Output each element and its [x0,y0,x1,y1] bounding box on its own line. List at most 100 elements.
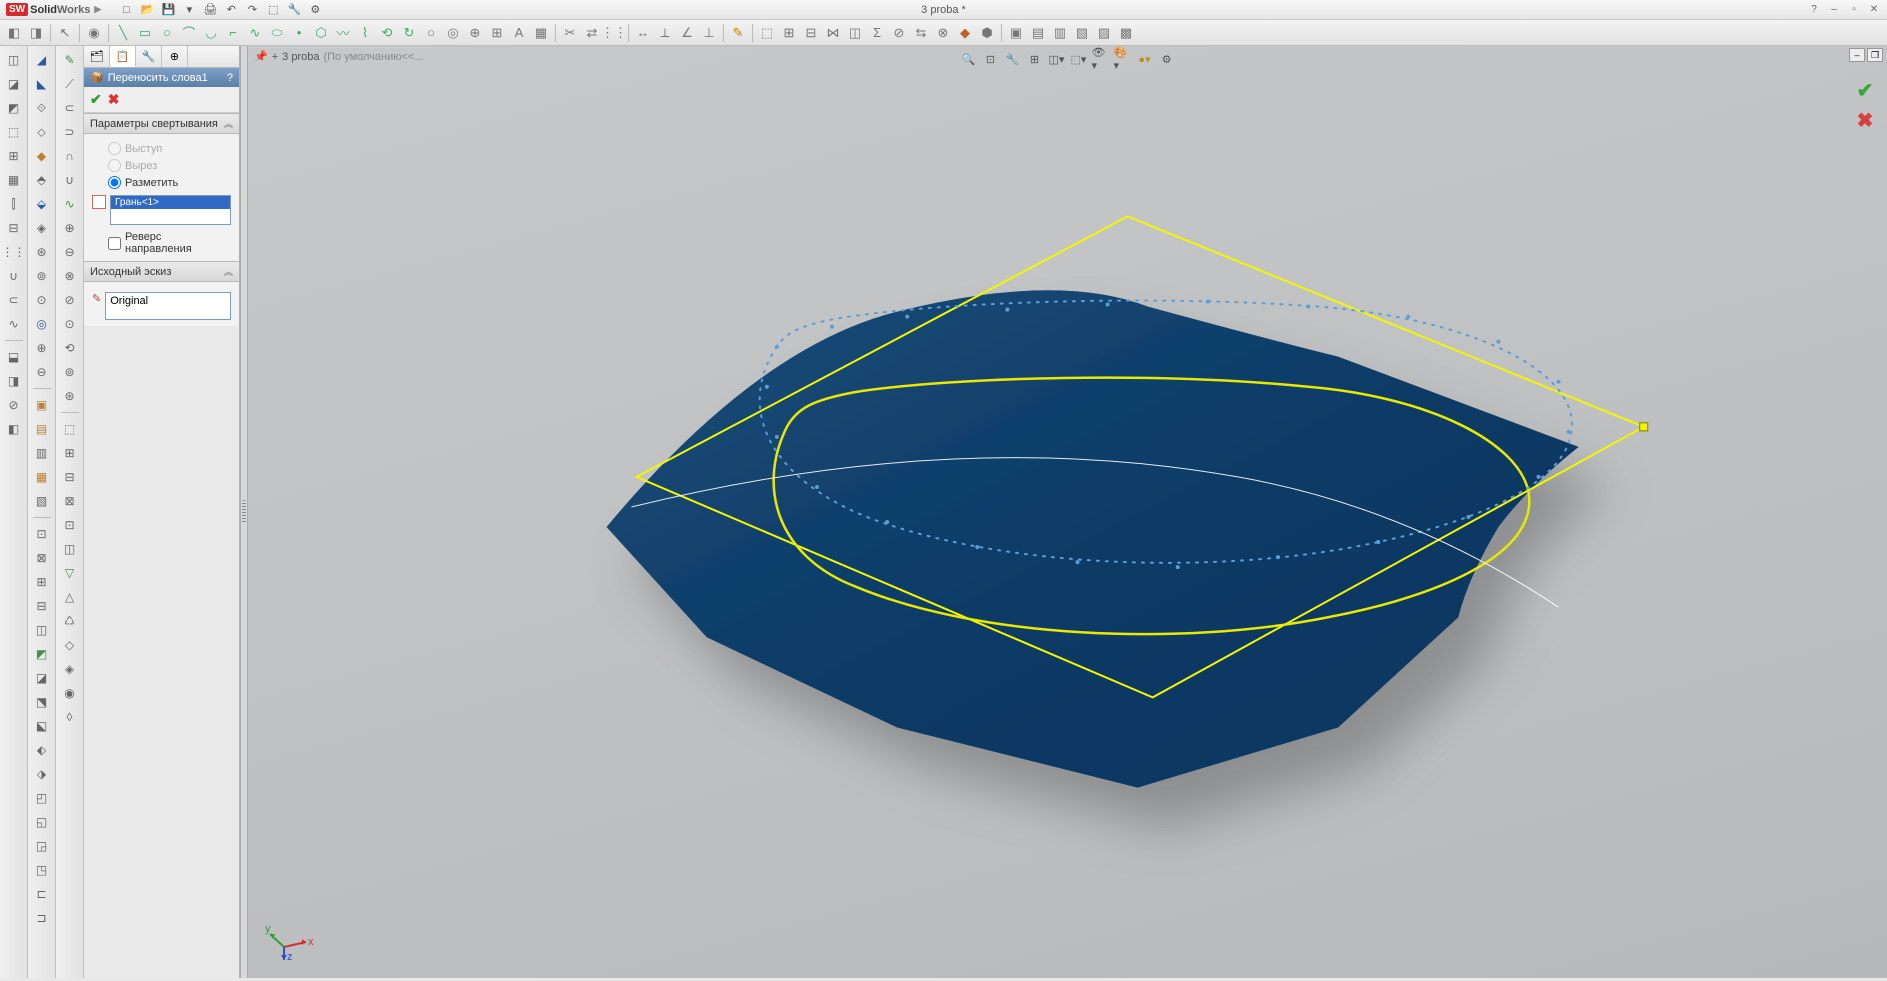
save-dropdown[interactable]: ▾ [180,2,198,18]
v-btn[interactable]: ⬙ [32,194,52,214]
v-btn[interactable]: ⊞ [60,443,80,463]
v-btn[interactable]: ⊕ [32,338,52,358]
tool-btn[interactable]: ▣ [1006,23,1026,43]
tool-select[interactable]: ↖ [55,23,75,43]
view-orient-button[interactable]: ◫▾ [1048,50,1066,68]
v-btn[interactable]: △ [60,587,80,607]
view-settings-button[interactable]: ⚙ [1158,50,1176,68]
v-btn[interactable]: ⊃ [60,122,80,142]
tool-exit-sketch[interactable]: ✎ [728,23,748,43]
tool-btn[interactable]: ⊕ [465,23,485,43]
v-btn[interactable]: ▤ [32,419,52,439]
tool-arc[interactable]: ⌒ [179,23,199,43]
v-btn[interactable]: ⊚ [32,266,52,286]
v-btn[interactable]: ◲ [32,836,52,856]
v-btn[interactable]: ⊛ [32,242,52,262]
confirm-cancel-button[interactable]: ✖ [1851,108,1879,132]
pm-tab-feature-tree[interactable]: 🗂 [84,46,110,67]
radio-scribe[interactable]: Разметить [92,174,231,191]
v-btn[interactable]: ◈ [32,218,52,238]
v-btn[interactable]: ⊙ [60,314,80,334]
v-btn[interactable]: ⬘ [32,170,52,190]
v-btn[interactable]: ⬚ [4,122,24,142]
v-btn[interactable]: ⬔ [32,692,52,712]
tool-rect[interactable]: ▭ [135,23,155,43]
tool-btn[interactable]: ⊞ [487,23,507,43]
v-sketch[interactable]: ✎ [60,50,80,70]
redo-button[interactable]: ↷ [243,2,261,18]
v-btn[interactable]: ▦ [32,467,52,487]
breadcrumb-plus-icon[interactable]: + [272,51,278,63]
tool-btn[interactable]: ▦ [531,23,551,43]
surface-face[interactable] [607,290,1579,787]
v-btn[interactable]: ◫ [60,539,80,559]
reverse-checkbox[interactable]: Реверс направления [92,231,231,255]
v-btn[interactable]: ◩ [32,644,52,664]
tool-btn[interactable]: ⬚ [757,23,777,43]
v-btn[interactable]: ⊕ [60,218,80,238]
v-btn[interactable]: ∿ [4,314,24,334]
maximize-button[interactable]: ▫ [1845,3,1863,17]
tool-spline2[interactable]: 〰 [333,23,353,43]
v-btn[interactable]: ▥ [32,443,52,463]
v-btn[interactable]: ▦ [4,170,24,190]
minimize-button[interactable]: – [1825,3,1843,17]
v-btn[interactable]: ⊠ [32,548,52,568]
collapse-icon[interactable]: ︽ [224,265,233,278]
tool-btn[interactable]: ⊘ [889,23,909,43]
tool-btn[interactable]: ◉ [84,23,104,43]
tool-btn[interactable]: ⟲ [377,23,397,43]
v-btn[interactable]: ⬦ [32,122,52,142]
pm-section-wrap-header[interactable]: Параметры свертывания ︽ [84,113,239,134]
pm-tab-dim[interactable]: ⊕ [162,46,188,67]
v-btn[interactable]: ⟋ [60,74,80,94]
v-btn[interactable]: ⊙ [32,290,52,310]
radio-scribe-input[interactable] [108,176,121,189]
pm-section-source-header[interactable]: Исходный эскиз ︽ [84,261,239,282]
tool-btn[interactable]: ⬢ [977,23,997,43]
breadcrumb-pin-icon[interactable]: 📌 [254,50,268,63]
v-btn[interactable]: ⊂ [4,290,24,310]
tool-btn[interactable]: ⟂ [655,23,675,43]
v-btn[interactable]: ⬚ [60,419,80,439]
v-btn[interactable]: ∪ [4,266,24,286]
tool-point[interactable]: • [289,23,309,43]
v-btn[interactable]: ⊗ [60,266,80,286]
tool-btn[interactable]: ∠ [677,23,697,43]
save-button[interactable]: 💾 [159,2,177,18]
v-btn[interactable]: ⊟ [32,596,52,616]
v-btn[interactable]: ⊡ [60,515,80,535]
v-btn[interactable]: ◩ [4,98,24,118]
close-button[interactable]: ✕ [1865,3,1883,17]
v-btn[interactable]: ◱ [32,812,52,832]
tool-btn[interactable]: Σ [867,23,887,43]
breadcrumb-config[interactable]: (По умолчанию<<... [323,51,423,63]
v-btn[interactable]: ⊚ [60,362,80,382]
v-btn[interactable]: ⟲ [60,338,80,358]
v-btn[interactable]: ◫ [32,620,52,640]
app-logo[interactable]: SW SolidWorks ▶ [0,3,107,16]
tool-btn[interactable]: ◨ [26,23,46,43]
open-button[interactable]: 📂 [138,2,156,18]
breadcrumb-doc[interactable]: 3 proba [282,51,319,63]
v-btn[interactable]: ⫿ [4,194,24,214]
v-btn[interactable]: ◢ [32,50,52,70]
options-button[interactable]: ⚙ [306,2,324,18]
confirm-ok-button[interactable]: ✔ [1851,78,1879,102]
zoom-area-button[interactable]: ⊡ [982,50,1000,68]
tool-line[interactable]: ╲ [113,23,133,43]
apply-scene-button[interactable]: ●▾ [1136,50,1154,68]
tool-text[interactable]: A [509,23,529,43]
v-btn[interactable]: ∪ [60,170,80,190]
tool-spline[interactable]: ∿ [245,23,265,43]
pm-tab-property[interactable]: 📋 [110,46,136,67]
v-btn[interactable]: ⬕ [32,716,52,736]
tool-trim[interactable]: ✂ [560,23,580,43]
tool-btn[interactable]: ⋈ [823,23,843,43]
v-btn[interactable]: ◧ [4,419,24,439]
v-btn[interactable]: ⊏ [32,884,52,904]
v-btn[interactable]: ∿ [60,194,80,214]
tool-btn[interactable]: ▧ [1072,23,1092,43]
tool-btn[interactable]: ◧ [4,23,24,43]
edit-appearance-button[interactable]: 🎨▾ [1114,50,1132,68]
